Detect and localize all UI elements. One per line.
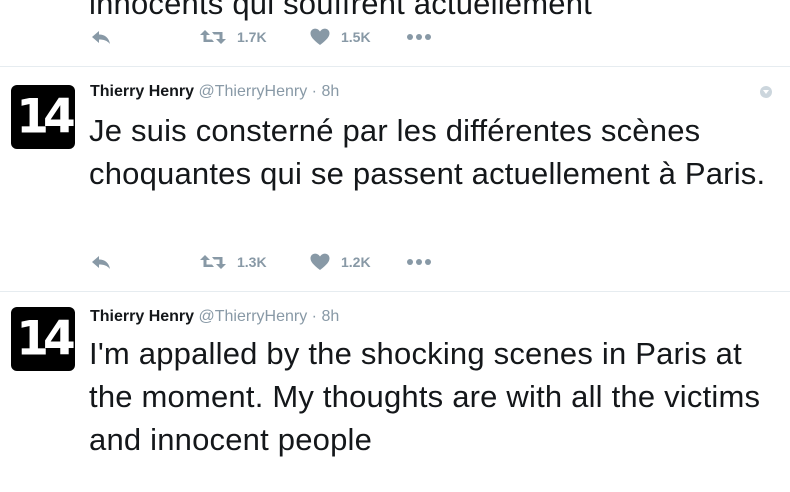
user-handle[interactable]: @ThierryHenry [199, 83, 308, 100]
tweet-header: Thierry Henry @ThierryHenry · 8h [90, 308, 339, 326]
tweet-header: Thierry Henry @ThierryHenry · 8h [90, 83, 339, 101]
tweet-text: innocents qui souffrent actuellement [89, 0, 592, 21]
timestamp[interactable]: 8h [321, 308, 339, 325]
like-count: 1.2K [341, 254, 371, 270]
reply-button[interactable] [90, 29, 200, 45]
reply-icon [92, 256, 110, 269]
tweet-text: I'm appalled by the shocking scenes in P… [89, 336, 761, 457]
retweet-icon [200, 30, 226, 44]
avatar-label: 14 [16, 89, 75, 145]
like-count: 1.5K [341, 29, 371, 45]
more-button[interactable] [406, 33, 432, 41]
like-button[interactable]: 1.5K [310, 28, 406, 46]
tweet[interactable]: 14 Thierry Henry @ThierryHenry · 8h Je s… [0, 67, 790, 292]
avatar-label: 14 [16, 311, 75, 367]
separator: · [311, 83, 317, 100]
avatar[interactable]: 14 [11, 307, 75, 371]
tweet-text: Je suis consterné par les différentes sc… [89, 113, 766, 191]
retweet-count: 1.7K [237, 29, 267, 45]
retweet-icon [200, 255, 226, 269]
separator: · [311, 308, 317, 325]
user-handle[interactable]: @ThierryHenry [199, 308, 308, 325]
reply-button[interactable] [90, 254, 200, 270]
more-icon [407, 259, 431, 265]
retweet-count: 1.3K [237, 254, 267, 270]
retweet-button[interactable]: 1.3K [200, 254, 310, 270]
avatar[interactable]: 14 [11, 85, 75, 149]
display-name[interactable]: Thierry Henry [90, 308, 194, 325]
tweet[interactable]: innocents qui souffrent actuellement 1.7… [0, 0, 790, 67]
reply-icon [92, 31, 110, 44]
timestamp[interactable]: 8h [321, 83, 339, 100]
tweet-actions: 1.3K 1.2K [90, 250, 432, 274]
tweet-actions: 1.7K 1.5K [90, 25, 432, 49]
tweet[interactable]: 14 Thierry Henry @ThierryHenry · 8h I'm … [0, 292, 790, 492]
more-button[interactable] [406, 258, 432, 266]
heart-icon [310, 28, 330, 45]
more-icon [407, 34, 431, 40]
retweet-button[interactable]: 1.7K [200, 29, 310, 45]
chevron-down-icon[interactable] [760, 86, 772, 98]
heart-icon [310, 253, 330, 270]
display-name[interactable]: Thierry Henry [90, 83, 194, 100]
like-button[interactable]: 1.2K [310, 253, 406, 271]
